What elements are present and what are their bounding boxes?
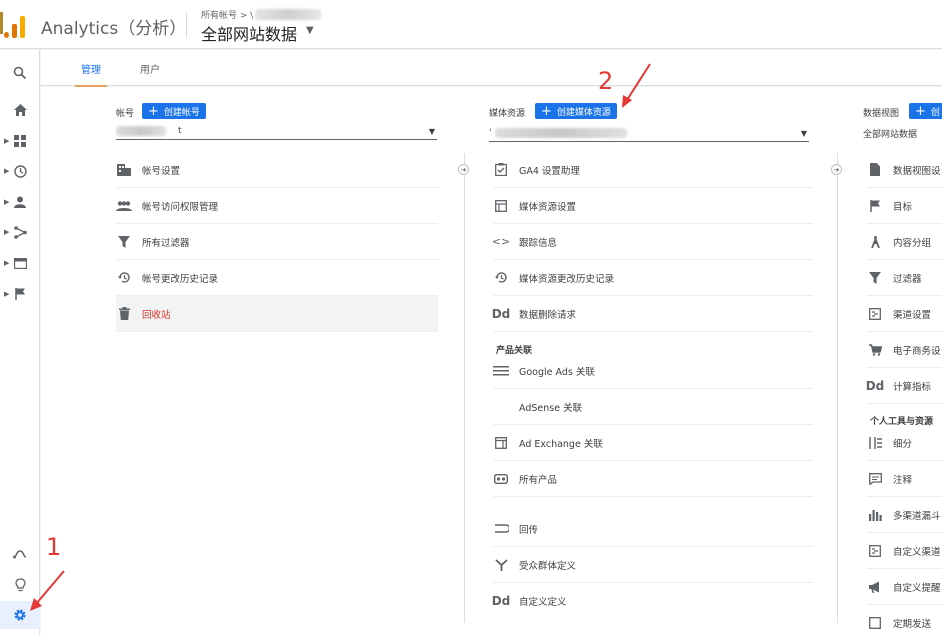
annotation-arrow-two xyxy=(622,63,651,108)
